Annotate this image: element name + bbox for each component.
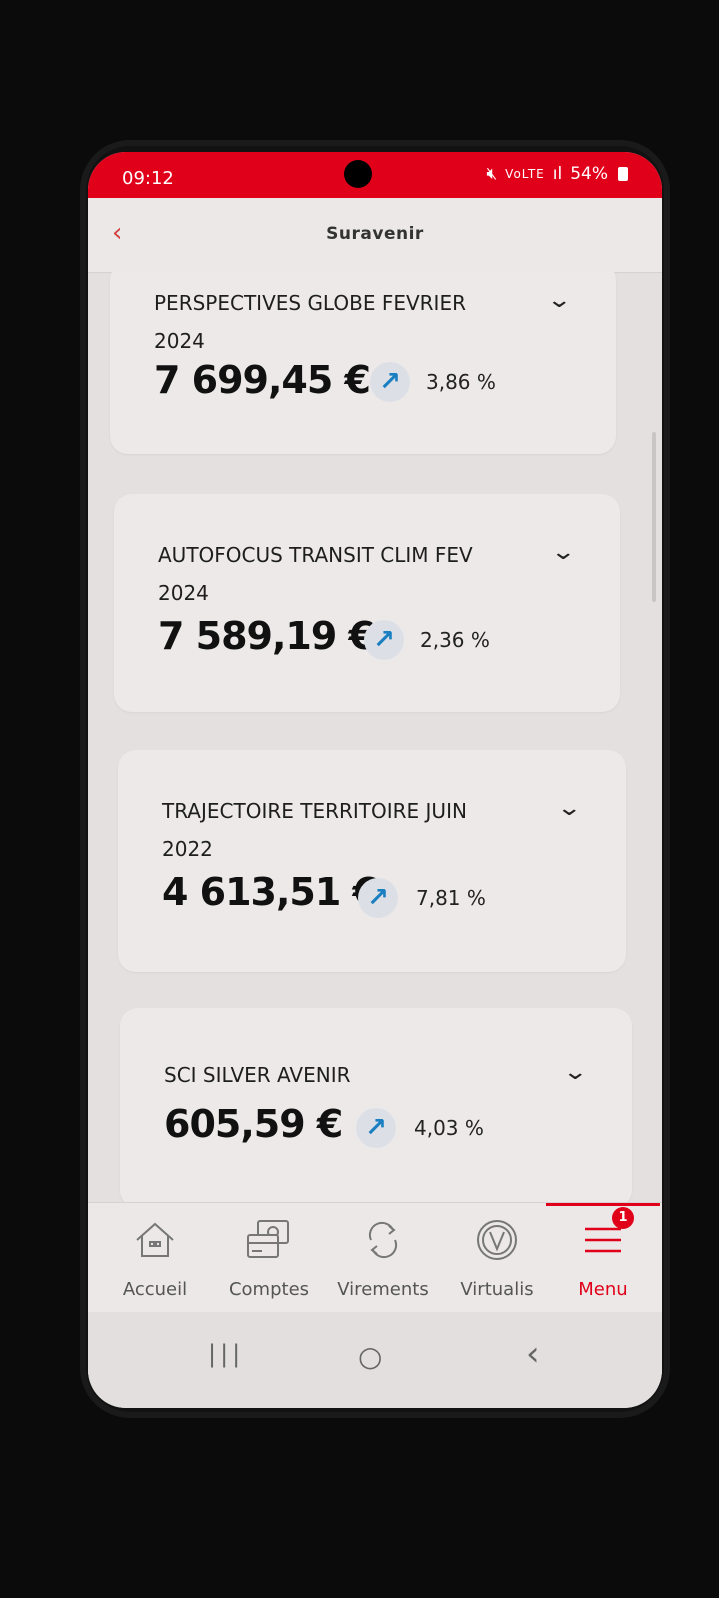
page-title: Suravenir [326,224,424,244]
tab-label: Menu [578,1279,628,1300]
product-name: TRAJECTOIRE TERRITOIRE JUIN 2022 [162,799,467,861]
signal-icon: ıl [552,164,563,184]
scrollbar[interactable] [652,432,656,602]
app-header: ‹ Suravenir [88,198,662,273]
tab-label: Virements [337,1279,429,1300]
system-navigation-bar: ||| ○ ‹ [88,1312,662,1408]
battery-level: 54% [570,164,608,184]
tab-accueil[interactable]: Accueil [98,1203,212,1313]
product-list[interactable]: PERSPECTIVES GLOBE FEVRIER 2024 ⌄ 7 699,… [88,272,662,1202]
tab-comptes[interactable]: Comptes [212,1203,326,1313]
home-button[interactable]: ○ [358,1340,382,1373]
product-card[interactable]: PERSPECTIVES GLOBE FEVRIER 2024 ⌄ 7 699,… [110,272,616,454]
chevron-down-icon[interactable]: ⌄ [562,1060,588,1085]
product-amount: 4 613,51 € [162,870,379,914]
status-icons: 🔇︎ VoLTE ıl 54% [486,164,628,184]
trend-up-icon: ↗ [358,878,398,918]
virtualis-icon [440,1217,554,1263]
trend-up-icon: ↗ [370,362,410,402]
chevron-down-icon[interactable]: ⌄ [550,540,576,565]
menu-icon [546,1217,660,1263]
product-performance: 7,81 % [416,886,486,910]
tab-menu[interactable]: 1 Menu [546,1203,660,1313]
product-amount: 7 589,19 € [158,614,375,658]
status-time: 09:12 [122,168,174,189]
screen: 09:12 🔇︎ VoLTE ıl 54% ‹ Suravenir PERSPE… [88,152,662,1408]
battery-icon [618,167,628,181]
product-card[interactable]: AUTOFOCUS TRANSIT CLIM FEV 2024 ⌄ 7 589,… [114,494,620,712]
notification-badge: 1 [612,1207,634,1229]
product-performance: 3,86 % [426,370,496,394]
tab-virements[interactable]: Virements [326,1203,440,1313]
chevron-down-icon[interactable]: ⌄ [546,288,572,313]
product-amount: 605,59 € [164,1102,343,1146]
tab-label: Comptes [228,1279,310,1300]
tab-virtualis[interactable]: Virtualis [440,1203,554,1313]
trend-up-icon: ↗ [356,1108,396,1148]
tab-label: Accueil [122,1279,188,1300]
product-name: SCI SILVER AVENIR [164,1063,351,1087]
product-performance: 2,36 % [420,628,490,652]
trend-up-icon: ↗ [364,620,404,660]
tab-label: Virtualis [460,1279,534,1300]
recents-button[interactable]: ||| [208,1340,244,1368]
product-performance: 4,03 % [414,1116,484,1140]
mute-icon: 🔇︎ [486,164,498,184]
chevron-down-icon[interactable]: ⌄ [556,796,582,821]
product-name: AUTOFOCUS TRANSIT CLIM FEV 2024 [158,543,473,605]
bottom-tab-bar: Accueil Comptes Virements Virtualis 1 Me… [88,1202,662,1313]
product-card[interactable]: TRAJECTOIRE TERRITOIRE JUIN 2022 ⌄ 4 613… [118,750,626,972]
status-bar: 09:12 🔇︎ VoLTE ıl 54% [88,152,662,198]
product-amount: 7 699,45 € [154,358,371,402]
volte-icon: VoLTE [505,167,545,181]
product-card[interactable]: SCI SILVER AVENIR ⌄ 605,59 € ↗ 4,03 % [120,1008,632,1202]
cards-icon [212,1217,326,1263]
product-name: PERSPECTIVES GLOBE FEVRIER 2024 [154,291,466,353]
front-camera [344,160,372,188]
back-nav-button[interactable]: ‹ [526,1334,540,1374]
active-tab-indicator [546,1203,660,1206]
transfer-icon [326,1217,440,1263]
home-icon [98,1217,212,1263]
